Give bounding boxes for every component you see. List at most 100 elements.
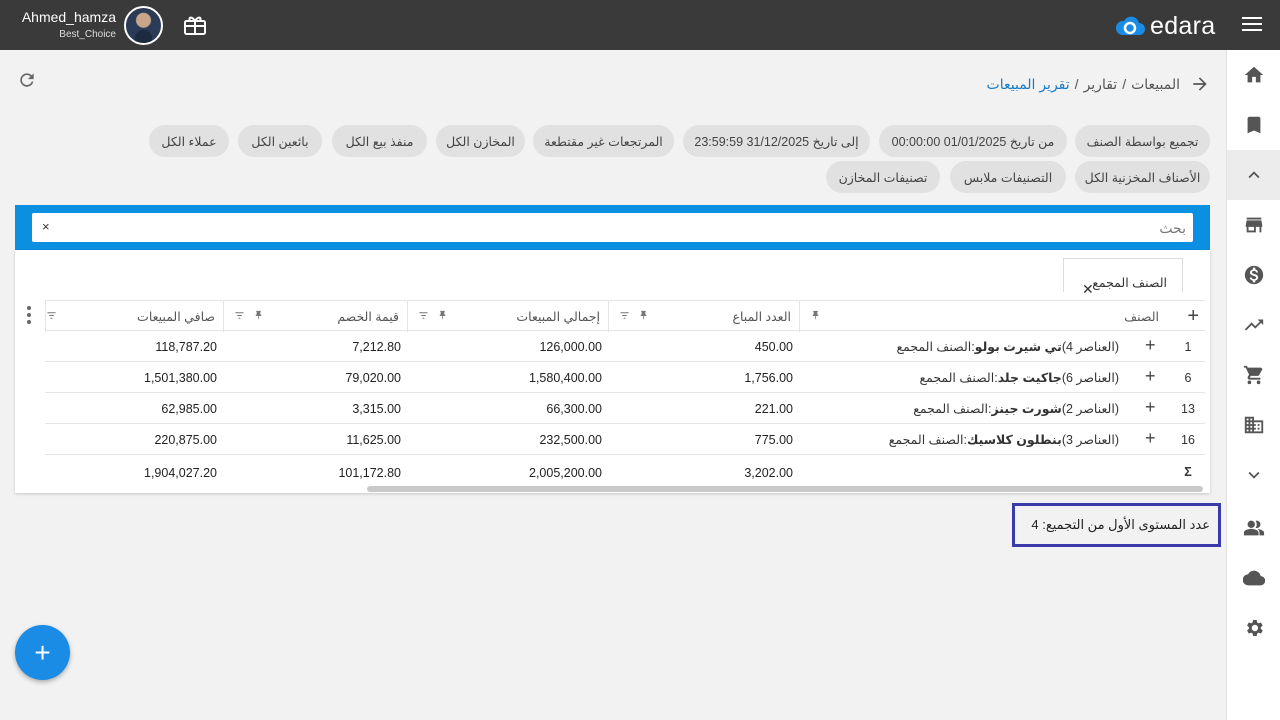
avatar[interactable] [124,6,163,45]
filter-warehouses[interactable]: المخازن الكل [436,125,525,157]
group-count: (العناصر 6) [1061,371,1119,385]
pin-icon[interactable] [810,310,821,321]
expand-row-icon[interactable]: + [1145,398,1156,416]
store-icon [1245,217,1263,233]
back-arrow-icon[interactable] [1190,74,1210,94]
sidebar-collapse-up[interactable] [1227,150,1280,200]
sidebar-item-sales[interactable] [1227,350,1280,400]
add-fab-button[interactable]: + [15,625,70,680]
filter-from-date[interactable]: من تاريخ 01/01/2025 00:00:00 [879,125,1067,157]
filter-icon[interactable] [234,310,245,321]
sidebar-item-cloud[interactable] [1227,553,1280,603]
filter-sellers[interactable]: بائعين الكل [238,125,322,157]
col-header-item-label: الصنف [1124,310,1159,324]
breadcrumb-sales[interactable]: المبيعات [1131,76,1180,93]
breadcrumb-separator: / [1122,76,1127,92]
search-bar: × [15,205,1210,250]
hamburger-menu-icon[interactable] [1242,17,1262,33]
search-input[interactable] [56,217,1186,238]
bookmark-icon [1247,116,1261,134]
expand-row-icon[interactable]: + [1145,336,1156,354]
group-name: تي شيرت بولو [974,340,1062,354]
grid-header: صافي المبيعات قيمة الخصم إجمالي المبيعات [45,300,1205,332]
cell-total: 232,500.00 [539,432,602,447]
filter-icon[interactable] [46,310,57,321]
sidebar-expand-down[interactable] [1227,450,1280,500]
cell-discount: 79,020.00 [345,370,401,385]
cell-net: 220,875.00 [154,432,217,447]
table-row[interactable]: 118,787.20 7,212.80 126,000.00 450.00 (ا… [45,331,1205,362]
cell-total: 66,300.00 [546,401,602,416]
refresh-icon[interactable] [17,70,37,90]
cell-group-item: (العناصر 3) بنطلون كلاسيك:الصنف المجمع [889,424,1119,455]
horizontal-scrollbar[interactable] [367,486,1203,492]
cell-qty: 775.00 [754,432,793,447]
user-name: Ahmed_hamza [21,9,116,25]
cell-net: 62,985.00 [161,401,217,416]
sigma-symbol: Σ [1184,465,1192,479]
group-chip-remove-icon[interactable]: ✕ [1082,281,1094,298]
sidebar-item-store[interactable] [1227,200,1280,250]
col-header-qty-label: العدد المباع [732,310,791,324]
filter-pos[interactable]: منفذ بيع الكل [332,125,427,157]
dollar-icon [1244,265,1264,285]
table-row[interactable]: 1,501,380.00 79,020.00 1,580,400.00 1,75… [45,362,1205,393]
filter-to-date[interactable]: إلى تاريخ 31/12/2025 23:59:59 [683,125,870,157]
sidebar-item-bookmarks[interactable] [1227,100,1280,150]
top-bar: Ahmed_hamza Best_Choice edara [0,0,1280,50]
expand-row-icon[interactable]: + [1145,367,1156,385]
sidebar-item-finance[interactable] [1227,250,1280,300]
cell-qty: 450.00 [754,339,793,354]
grid-options-icon[interactable] [27,306,31,324]
col-header-item[interactable]: الصنف + [799,301,1205,332]
cell-discount: 7,212.80 [352,339,401,354]
filter-returns[interactable]: المرتجعات غير مقتطعة [533,125,674,157]
col-header-qty[interactable]: العدد المباع [608,301,799,332]
pin-icon[interactable] [638,310,649,321]
col-header-total-label: إجمالي المبيعات [516,310,600,324]
filter-categories[interactable]: التصنيفات ملابس [950,161,1066,193]
group-name: جاكيت جلد [997,371,1062,385]
breadcrumb-current: تقرير المبيعات [986,75,1070,92]
cell-group-item: (العناصر 6) جاكيت جلد:الصنف المجمع [919,362,1119,393]
group-suffix: :الصنف المجمع [913,402,992,416]
filter-customers[interactable]: عملاء الكل [149,125,229,157]
col-header-discount[interactable]: قيمة الخصم [223,301,407,332]
sidebar-item-home[interactable] [1227,50,1280,100]
search-clear-icon[interactable]: × [42,219,50,235]
totals-row: 1,904,027.20 101,172.80 2,005,200.00 3,2… [45,457,1205,488]
user-info[interactable]: Ahmed_hamza Best_Choice [10,8,116,42]
total-qty: 3,202.00 [744,465,793,480]
sidebar-item-reports[interactable] [1227,300,1280,350]
cell-group-item: (العناصر 2) شورت جينز:الصنف المجمع [913,393,1119,424]
cell-qty: 221.00 [754,401,793,416]
right-sidebar [1226,50,1280,720]
col-header-net[interactable]: صافي المبيعات [45,301,223,332]
cell-discount: 11,625.00 [346,432,401,447]
table-row[interactable]: 220,875.00 11,625.00 232,500.00 775.00 (… [45,424,1205,455]
add-group-icon[interactable]: + [1187,305,1199,328]
sidebar-item-users[interactable] [1227,503,1280,553]
breadcrumb: المبيعات / تقارير / تقرير المبيعات [900,74,1210,94]
breadcrumb-reports[interactable]: تقارير [1084,76,1118,93]
col-header-total[interactable]: إجمالي المبيعات [407,301,608,332]
filter-icon[interactable] [418,310,429,321]
gift-icon[interactable] [184,15,206,35]
group-count: (العناصر 2) [1061,402,1119,416]
col-header-discount-label: قيمة الخصم [337,310,399,324]
group-by-chip[interactable]: الصنف المجمع ✕ [1063,258,1183,297]
filter-warehouse-categories[interactable]: تصنيفات المخازن [826,161,940,193]
expand-row-icon[interactable]: + [1145,429,1156,447]
edara-logo[interactable]: edara [1114,12,1226,40]
cloud-logo-icon [1115,16,1145,35]
pin-icon[interactable] [437,310,448,321]
total-discount: 101,172.80 [338,465,401,480]
pin-icon[interactable] [253,310,264,321]
sidebar-item-company[interactable] [1227,400,1280,450]
filter-icon[interactable] [619,310,630,321]
sidebar-item-settings[interactable] [1227,603,1280,653]
cell-net: 1,501,380.00 [144,370,217,385]
filter-stock-items[interactable]: الأصناف المخزنية الكل [1075,161,1210,193]
table-row[interactable]: 62,985.00 3,315.00 66,300.00 221.00 (الع… [45,393,1205,424]
filter-group-by[interactable]: تجميع بواسطة الصنف [1075,125,1210,157]
